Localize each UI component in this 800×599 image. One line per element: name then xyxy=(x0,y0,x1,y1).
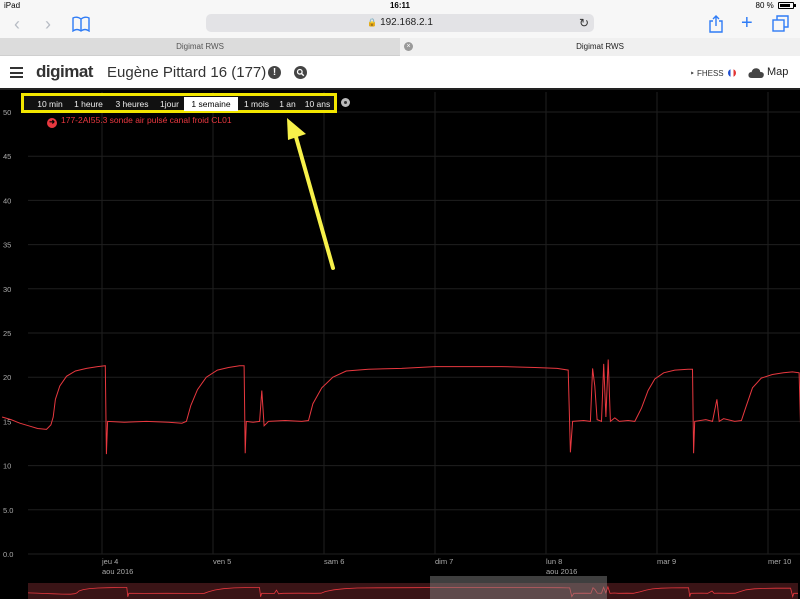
close-tab-icon[interactable]: × xyxy=(404,42,413,51)
navigator-window[interactable] xyxy=(430,576,607,599)
x-tick-label: mer 10 xyxy=(768,557,791,566)
browser-toolbar: ‹ › 🔒 192.168.2.1 ↻ + xyxy=(0,12,800,38)
cloud-icon[interactable] xyxy=(748,67,764,78)
reload-icon[interactable]: ↻ xyxy=(579,14,589,32)
range-option-1jour[interactable]: 1jour xyxy=(156,97,183,111)
chart-legend[interactable]: ➜ 177-2AI55.3 sonde air pulsé canal froid… xyxy=(47,115,232,128)
range-option-1-mois[interactable]: 1 mois xyxy=(239,97,274,111)
y-tick-label: 40 xyxy=(3,196,11,205)
bookmarks-icon[interactable] xyxy=(72,16,90,32)
navigator-strip[interactable] xyxy=(27,576,798,599)
tab-strip: Digimat RWS Digimat RWS × xyxy=(0,38,800,56)
range-option-3-heures[interactable]: 3 heures xyxy=(109,97,155,111)
y-tick-label: 45 xyxy=(3,152,11,161)
legend-arrow-icon[interactable]: ➜ xyxy=(47,118,57,128)
x-tick-label: jeu 4 xyxy=(101,557,118,566)
share-icon[interactable] xyxy=(709,15,723,33)
y-axis-ticks: 0.05.0101520253035404550 xyxy=(3,108,13,559)
browser-tab-1[interactable]: Digimat RWS xyxy=(0,38,400,56)
series-line xyxy=(1,359,800,455)
forward-button[interactable]: › xyxy=(45,14,51,34)
range-option-1-heure[interactable]: 1 heure xyxy=(69,97,108,111)
back-button[interactable]: ‹ xyxy=(14,14,20,34)
time-range-selector: 10 min 1 heure 3 heures 1jour 1 semaine 1 moi… xyxy=(21,93,337,113)
app-logo[interactable]: digimat xyxy=(36,62,93,82)
y-tick-label: 25 xyxy=(3,329,11,338)
y-tick-label: 20 xyxy=(3,373,11,382)
annotation-arrowhead xyxy=(287,118,306,140)
x-tick-label: ven 5 xyxy=(213,557,231,566)
user-icon: ‣ xyxy=(690,69,695,78)
address-bar[interactable]: 🔒 192.168.2.1 ↻ xyxy=(206,14,594,32)
y-tick-label: 5.0 xyxy=(3,506,13,515)
annotation-arrow xyxy=(287,118,335,270)
clock: 16:11 xyxy=(389,1,411,10)
x-tick-label: dim 7 xyxy=(435,557,453,566)
range-option-10-ans[interactable]: 10 ans xyxy=(301,97,334,111)
navigator-background xyxy=(28,583,798,599)
chart-canvas[interactable]: 0.05.0101520253035404550 jeu 4aou 2016ve… xyxy=(0,92,800,599)
range-option-1-an[interactable]: 1 an xyxy=(275,97,300,111)
new-tab-icon[interactable]: + xyxy=(741,13,753,33)
browser-tab-2[interactable]: Digimat RWS xyxy=(400,38,800,56)
y-tick-label: 35 xyxy=(3,241,11,250)
y-tick-label: 50 xyxy=(3,108,11,117)
x-tick-label: lun 8 xyxy=(546,557,562,566)
tabs-overview-icon[interactable] xyxy=(772,15,790,33)
user-label: FHESS xyxy=(696,69,724,78)
range-settings-icon[interactable] xyxy=(341,98,350,107)
search-icon[interactable] xyxy=(294,66,307,79)
range-option-10-min[interactable]: 10 min xyxy=(32,97,68,111)
alert-icon[interactable]: ! xyxy=(268,66,281,79)
map-link[interactable]: Map xyxy=(767,66,788,78)
chart-grid xyxy=(28,92,800,555)
legend-series-label: 177-2AI55.3 sonde air pulsé canal froid … xyxy=(61,115,232,125)
french-flag-icon[interactable] xyxy=(727,69,736,77)
y-tick-label: 10 xyxy=(3,462,11,471)
y-tick-label: 30 xyxy=(3,285,11,294)
y-tick-label: 0.0 xyxy=(3,550,13,559)
battery-icon xyxy=(778,2,796,9)
x-tick-sublabel: aou 2016 xyxy=(546,567,577,576)
x-axis-ticks: jeu 4aou 2016ven 5 sam 6 dim 7 lun 8aou 201… xyxy=(101,557,791,576)
hamburger-menu-icon[interactable] xyxy=(10,67,23,78)
battery-percent: 80 % xyxy=(755,1,774,10)
app-header: digimat Eugène Pittard 16 (177) ! ‣ FHES… xyxy=(0,56,800,90)
url-text: 192.168.2.1 xyxy=(380,17,433,28)
user-menu[interactable]: ‣ FHESS xyxy=(690,69,736,78)
x-tick-sublabel: aou 2016 xyxy=(102,567,133,576)
x-tick-label: mar 9 xyxy=(657,557,676,566)
range-option-1-semaine[interactable]: 1 semaine xyxy=(184,97,238,111)
lock-icon: 🔒 xyxy=(367,18,378,27)
page-title: Eugène Pittard 16 (177) xyxy=(107,64,267,81)
ios-status-bar: iPad 16:11 80 % xyxy=(0,0,800,12)
x-tick-label: sam 6 xyxy=(324,557,344,566)
battery-indicator: 80 % xyxy=(755,1,796,10)
trend-chart: 0.0 5.0 10 15 20 25 30 35 40 45 50 jeu 4 aou 2016 ve… xyxy=(0,92,800,599)
